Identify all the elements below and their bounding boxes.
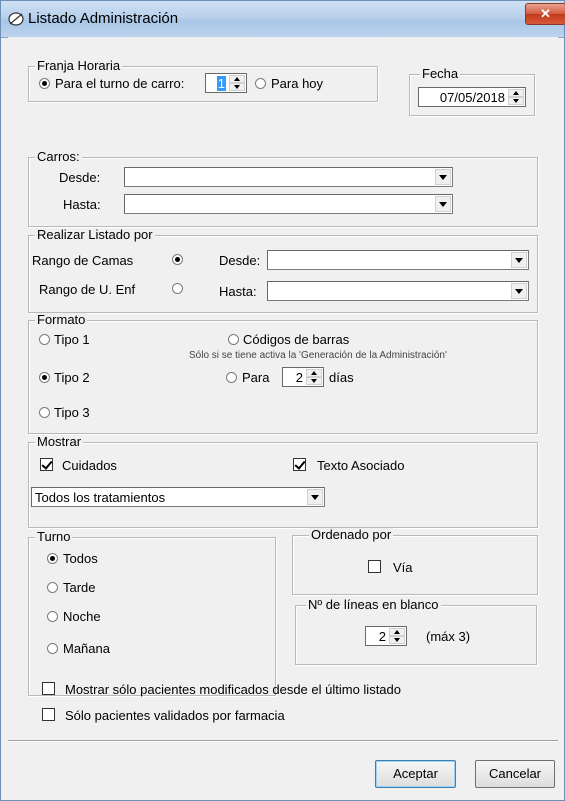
fecha-group: Fecha 07/05/2018 (409, 67, 535, 116)
turno-manana-label: Mañana (63, 641, 110, 656)
radio-tipo3[interactable] (39, 407, 50, 418)
rango-uenf-label: Rango de U. Enf (39, 282, 136, 297)
cancelar-button[interactable]: Cancelar (475, 760, 555, 788)
turno-todos-label: Todos (63, 551, 98, 566)
realizar-hasta-label: Hasta: (219, 284, 257, 299)
turno-carro-value[interactable]: 1 (216, 76, 226, 91)
realizar-listado-group: Realizar Listado por Rango de Camas Desd… (28, 228, 538, 313)
pacientes-validados-label: Sólo pacientes validados por farmacia (65, 708, 285, 723)
radio-tipo2[interactable] (39, 372, 50, 383)
app-icon (8, 12, 24, 26)
carros-hasta-combo[interactable] (124, 194, 453, 214)
carros-desde-combo[interactable] (124, 167, 453, 187)
lineas-spinner[interactable]: 2 (365, 626, 407, 646)
mostrar-group: Mostrar Cuidados Texto Asociado Todos lo… (28, 435, 538, 528)
dias-spinner[interactable]: 2 (282, 367, 324, 387)
date-down-icon[interactable] (508, 97, 524, 105)
spin-up-icon[interactable] (229, 75, 245, 83)
carros-desde-label: Desde: (59, 170, 101, 185)
dropdown-arrow-icon[interactable] (435, 169, 451, 185)
radio-para-hoy[interactable] (255, 78, 266, 89)
texto-asociado-checkbox[interactable] (293, 458, 306, 471)
radio-codigos-barras[interactable] (228, 334, 239, 345)
carros-title: Carros: (35, 149, 82, 164)
ordenado-por-group: Ordenado por Vía (292, 528, 538, 595)
radio-turno-todos[interactable] (47, 553, 58, 564)
formato-title: Formato (35, 312, 88, 327)
aceptar-button[interactable]: Aceptar (375, 760, 456, 788)
spin-down-icon[interactable] (229, 83, 245, 91)
radio-turno-tarde[interactable] (47, 582, 58, 593)
pacientes-validados-checkbox[interactable] (42, 708, 55, 721)
texto-asociado-label: Texto Asociado (317, 458, 405, 473)
radio-turno-carro[interactable] (39, 78, 50, 89)
date-up-icon[interactable] (508, 89, 524, 97)
tipo3-label: Tipo 3 (54, 405, 90, 420)
via-label: Vía (393, 560, 413, 575)
mostrar-title: Mostrar (35, 434, 84, 449)
cuidados-checkbox[interactable] (40, 458, 53, 471)
dias-label: días (329, 370, 354, 385)
dias-value[interactable]: 2 (296, 370, 303, 385)
radio-rango-uenf[interactable] (172, 283, 183, 294)
spin-up-icon[interactable] (389, 628, 405, 636)
pacientes-modificados-checkbox[interactable] (42, 682, 55, 695)
turno-carro-label: Para el turno de carro: (55, 76, 185, 91)
spin-down-icon[interactable] (389, 636, 405, 644)
turno-noche-label: Noche (63, 609, 101, 624)
realizar-desde-label: Desde: (219, 253, 261, 268)
radio-turno-noche[interactable] (47, 611, 58, 622)
title-bar[interactable]: Listado Administración ✕ (1, 1, 565, 38)
tratamientos-value: Todos los tratamientos (35, 490, 166, 505)
turno-carro-spinner[interactable]: 1 (205, 73, 247, 93)
lineas-value[interactable]: 2 (379, 629, 386, 644)
carros-hasta-label: Hasta: (63, 197, 101, 212)
fecha-picker[interactable]: 07/05/2018 (418, 87, 526, 107)
lineas-blanco-group: Nº de líneas en blanco 2 (máx 3) (295, 598, 537, 665)
realizar-listado-title: Realizar Listado por (35, 227, 155, 242)
lineas-blanco-title: Nº de líneas en blanco (306, 597, 441, 612)
formato-group: Formato Tipo 1 Códigos de barras Sólo si… (28, 313, 538, 434)
close-button[interactable]: ✕ (525, 3, 565, 25)
tipo2-label: Tipo 2 (54, 370, 90, 385)
carros-group: Carros: Desde: Hasta: (28, 150, 538, 227)
realizar-desde-combo[interactable] (267, 250, 529, 270)
dropdown-arrow-icon[interactable] (511, 252, 527, 268)
dialog-window: Listado Administración ✕ Franja Horaria … (0, 0, 565, 801)
lineas-max-label: (máx 3) (426, 629, 471, 644)
pacientes-modificados-label: Mostrar sólo pacientes modificados desde… (65, 682, 402, 697)
fecha-title: Fecha (420, 66, 461, 81)
radio-tipo1[interactable] (39, 334, 50, 345)
codigos-barras-note: Sólo si se tiene activa la 'Generación d… (189, 350, 447, 361)
dropdown-arrow-icon[interactable] (511, 283, 527, 299)
tratamientos-combo[interactable]: Todos los tratamientos (31, 487, 325, 507)
cuidados-label: Cuidados (62, 458, 117, 473)
dropdown-arrow-icon[interactable] (435, 196, 451, 212)
separator-line (8, 740, 558, 742)
radio-para-dias[interactable] (226, 372, 237, 383)
fecha-value[interactable]: 07/05/2018 (440, 90, 505, 105)
window-title: Listado Administración (28, 10, 179, 27)
via-checkbox[interactable] (368, 560, 381, 573)
turno-group: Turno Todos Tarde Noche Mañana (28, 530, 276, 696)
franja-horaria-title: Franja Horaria (35, 58, 123, 73)
codigos-barras-label: Códigos de barras (243, 332, 350, 347)
dropdown-arrow-icon[interactable] (307, 489, 323, 505)
radio-turno-manana[interactable] (47, 643, 58, 654)
turno-title: Turno (35, 529, 73, 544)
spin-down-icon[interactable] (306, 377, 322, 385)
tipo1-label: Tipo 1 (54, 332, 90, 347)
dialog-body: Franja Horaria Para el turno de carro: 1… (8, 37, 558, 793)
rango-camas-label: Rango de Camas (32, 253, 134, 268)
turno-tarde-label: Tarde (63, 580, 96, 595)
franja-horaria-group: Franja Horaria Para el turno de carro: 1… (28, 59, 378, 102)
ordenado-por-title: Ordenado por (309, 527, 394, 542)
realizar-hasta-combo[interactable] (267, 281, 529, 301)
radio-rango-camas[interactable] (172, 254, 183, 265)
para-label: Para (242, 370, 270, 385)
spin-up-icon[interactable] (306, 369, 322, 377)
para-hoy-label: Para hoy (271, 76, 324, 91)
